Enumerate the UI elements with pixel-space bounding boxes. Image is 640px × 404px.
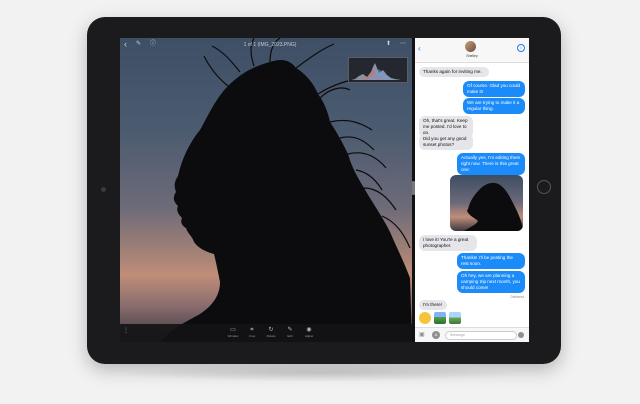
tool-edit[interactable]: ✎ Edit: [280, 326, 300, 338]
photo-title: 1 of 1 (IMG_2023.PNG): [243, 42, 297, 48]
info-icon[interactable]: i: [517, 44, 525, 52]
back-icon[interactable]: ‹: [124, 39, 127, 49]
avatar[interactable]: [465, 41, 476, 52]
message-bubble-incoming: Did you get any good sunset photos?: [419, 134, 473, 150]
device-shadow: [120, 364, 520, 382]
emoji-reactions: [419, 311, 461, 325]
photos-top-bar: ‹ ✎ ⓘ 1 of 1 (IMG_2023.PNG) ⬆ ⋯: [120, 38, 412, 52]
contact-name: Shelley: [466, 54, 478, 58]
message-bubble-incoming: Thanks again for inviting me.: [419, 67, 489, 77]
histogram-graph: [351, 63, 405, 80]
home-button[interactable]: [537, 180, 551, 194]
menu-dots-icon[interactable]: ⋮: [123, 327, 129, 334]
edit-icon[interactable]: ✎: [136, 41, 142, 47]
camera-icon[interactable]: ▣: [419, 332, 427, 338]
delivered-status: Delivered: [510, 295, 524, 299]
message-bubble-incoming: I love it! You're a great photographer.: [419, 235, 477, 251]
histogram-panel: [348, 57, 408, 83]
tool-window[interactable]: ▭ Window: [223, 326, 243, 338]
back-chevron-icon[interactable]: ‹: [418, 44, 421, 53]
landscape-icon[interactable]: [449, 312, 461, 324]
crop-icon: ⌗: [250, 327, 254, 333]
message-bubble-incoming: I'm there!: [419, 300, 447, 310]
photos-app-pane: ‹ ✎ ⓘ 1 of 1 (IMG_2023.PNG) ⬆ ⋯ ⋮ ▭ Wind…: [120, 38, 412, 342]
smiling-face-icon[interactable]: [419, 312, 431, 324]
message-bubble-outgoing: Oh hey, we are planning a camping trip n…: [457, 271, 525, 293]
shared-photo-thumbnail: [464, 182, 523, 231]
microphone-icon[interactable]: [518, 332, 524, 338]
tool-rotate[interactable]: ↻ Rotate: [261, 326, 281, 338]
messages-app-pane: ‹ Shelley i Thanks again for inviting me…: [415, 38, 529, 342]
mountain-icon[interactable]: [434, 312, 446, 324]
more-icon[interactable]: ⋯: [400, 41, 406, 47]
shared-photo-bubble[interactable]: [450, 175, 523, 231]
tool-crop[interactable]: ⌗ Crop: [242, 326, 262, 338]
share-icon[interactable]: ⬆: [386, 41, 392, 47]
tool-adjust[interactable]: ◉ Adjust: [299, 326, 319, 338]
message-input[interactable]: iMessage: [445, 331, 517, 340]
edit-icon: ✎: [287, 327, 293, 333]
photos-edit-toolbar: ⋮ ▭ Window ⌗ Crop ↻ Rotate ✎ Edit ◉ Adju…: [120, 324, 412, 342]
message-input-bar: ▣ A iMessage: [415, 327, 529, 342]
adjust-icon: ◉: [306, 327, 312, 333]
conversation-header: ‹ Shelley i: [415, 38, 529, 63]
message-bubble-outgoing: Of course. Glad you could make it!: [463, 81, 525, 97]
window-icon: ▭: [230, 327, 236, 333]
message-bubble-outgoing: Actually yes, I'm editing them right now…: [457, 153, 525, 175]
ipad-screen: ‹ ✎ ⓘ 1 of 1 (IMG_2023.PNG) ⬆ ⋯ ⋮ ▭ Wind…: [120, 38, 529, 342]
front-camera: [101, 187, 106, 192]
message-bubble-outgoing: We are trying to make it a regular thing…: [463, 98, 525, 114]
rotate-icon: ↻: [268, 327, 274, 333]
app-store-icon[interactable]: A: [432, 331, 440, 339]
info-icon[interactable]: ⓘ: [150, 41, 156, 47]
message-bubble-outgoing: Thanks! I'll be posting the rest soon.: [457, 253, 525, 269]
